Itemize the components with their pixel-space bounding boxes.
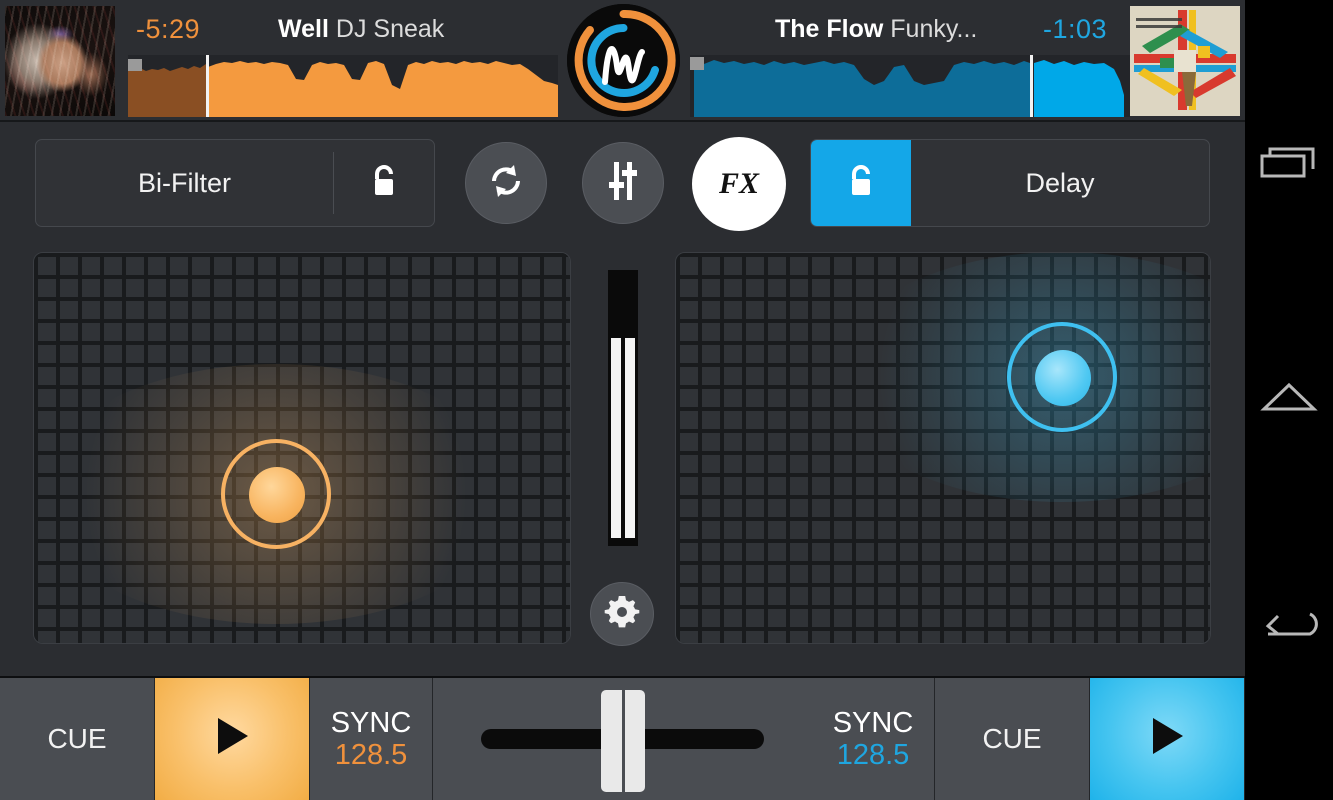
deck-right-waveform-svg [690, 55, 1130, 117]
deck-left-bpm: 128.5 [334, 739, 408, 771]
fx-label: FX [718, 167, 760, 200]
album-art-right[interactable] [1130, 6, 1240, 116]
play-triangle-icon [212, 714, 252, 765]
recents-button[interactable] [1245, 122, 1333, 210]
xy-pad-left-grid [34, 253, 570, 643]
album-art-closed-expansion-icon [1130, 6, 1240, 116]
deck-left-track-artist: DJ Sneak [335, 15, 445, 43]
deck-right-bpm: 128.5 [836, 739, 910, 771]
deck-right-cue-button[interactable]: CUE [935, 678, 1090, 800]
deck-right-cue-label: CUE [982, 723, 1042, 754]
deck-left-cue-button[interactable]: CUE [0, 678, 155, 800]
fx-right-name: Delay [1025, 167, 1095, 198]
settings-button[interactable] [590, 582, 654, 646]
deck-right-time-remaining: -1:03 [1042, 14, 1107, 44]
deck-left-sync-label: SYNC [330, 706, 412, 739]
play-triangle-icon [1147, 714, 1187, 765]
deck-info-strip: -5:29 Well DJ Sneak The Flow Funky... -1… [0, 0, 1245, 122]
deck-left-cue-label: CUE [47, 723, 107, 754]
deck-left-playhead [206, 55, 209, 117]
deck-left-play-button[interactable] [155, 678, 310, 800]
crossfader-handle[interactable] [600, 690, 645, 792]
crossfader[interactable] [433, 678, 812, 800]
deck-right-sync-button[interactable]: SYNC 128.5 [812, 678, 935, 800]
xy-pad-right-grid [676, 253, 1210, 643]
unlocked-padlock-icon [846, 163, 876, 204]
back-button[interactable] [1245, 582, 1333, 670]
deck-left-track-title: Well [278, 15, 329, 43]
deck-left-time-remaining: -5:29 [136, 14, 201, 44]
gear-settings-icon [604, 594, 640, 635]
deck-right-play-button[interactable] [1090, 678, 1245, 800]
home-button[interactable] [1245, 355, 1333, 443]
deck-left-waveform[interactable] [128, 55, 558, 117]
fx-control-bar: Bi-Filter FX Delay [0, 124, 1245, 244]
back-arrow-icon [1260, 604, 1318, 649]
transport-bar: CUE SYNC 128.5 SYNC 128.5 CUE [0, 676, 1245, 800]
xy-pad-right[interactable] [675, 252, 1211, 644]
android-navigation-bar [1245, 0, 1333, 800]
loop-refresh-icon [486, 161, 526, 206]
album-art-left[interactable] [5, 6, 115, 116]
fx-depth-slider-fill-b [625, 338, 635, 538]
deck-right-track-artist: Funky... [890, 15, 978, 43]
album-art-headdress-icon [5, 6, 115, 116]
fx-depth-slider-fill-a [611, 338, 621, 538]
xy-pad-left[interactable] [33, 252, 571, 644]
fx-panel-left[interactable]: Bi-Filter [35, 139, 435, 227]
deck-right-track-title: The Flow [775, 15, 884, 43]
fx-button[interactable]: FX [692, 137, 786, 231]
eq-button[interactable] [582, 142, 664, 224]
deck-left-sync-button[interactable]: SYNC 128.5 [310, 678, 433, 800]
equalizer-sliders-icon [604, 160, 642, 207]
deck-left-track-info[interactable]: Well DJ Sneak [278, 15, 444, 44]
fx-depth-slider[interactable] [608, 270, 638, 546]
home-icon [1260, 377, 1318, 422]
cross-dj-logo-icon [567, 4, 680, 117]
fx-right-lock-button[interactable] [811, 140, 911, 226]
deck-right-playhead [1030, 55, 1033, 117]
deck-left-waveform-svg [128, 55, 558, 117]
deck-right-sync-label: SYNC [832, 706, 914, 739]
unlocked-padlock-icon [369, 163, 399, 204]
cross-dj-app: -5:29 Well DJ Sneak The Flow Funky... -1… [0, 0, 1333, 800]
fx-left-name: Bi-Filter [138, 167, 231, 198]
deck-right-track-info[interactable]: The Flow Funky... [775, 15, 977, 44]
deck-right-waveform[interactable] [690, 55, 1130, 117]
loop-button[interactable] [465, 142, 547, 224]
recents-icon [1260, 144, 1318, 189]
fx-panel-right[interactable]: Delay [810, 139, 1210, 227]
fx-left-lock-button[interactable] [334, 140, 434, 226]
app-content-area: -5:29 Well DJ Sneak The Flow Funky... -1… [0, 0, 1245, 800]
